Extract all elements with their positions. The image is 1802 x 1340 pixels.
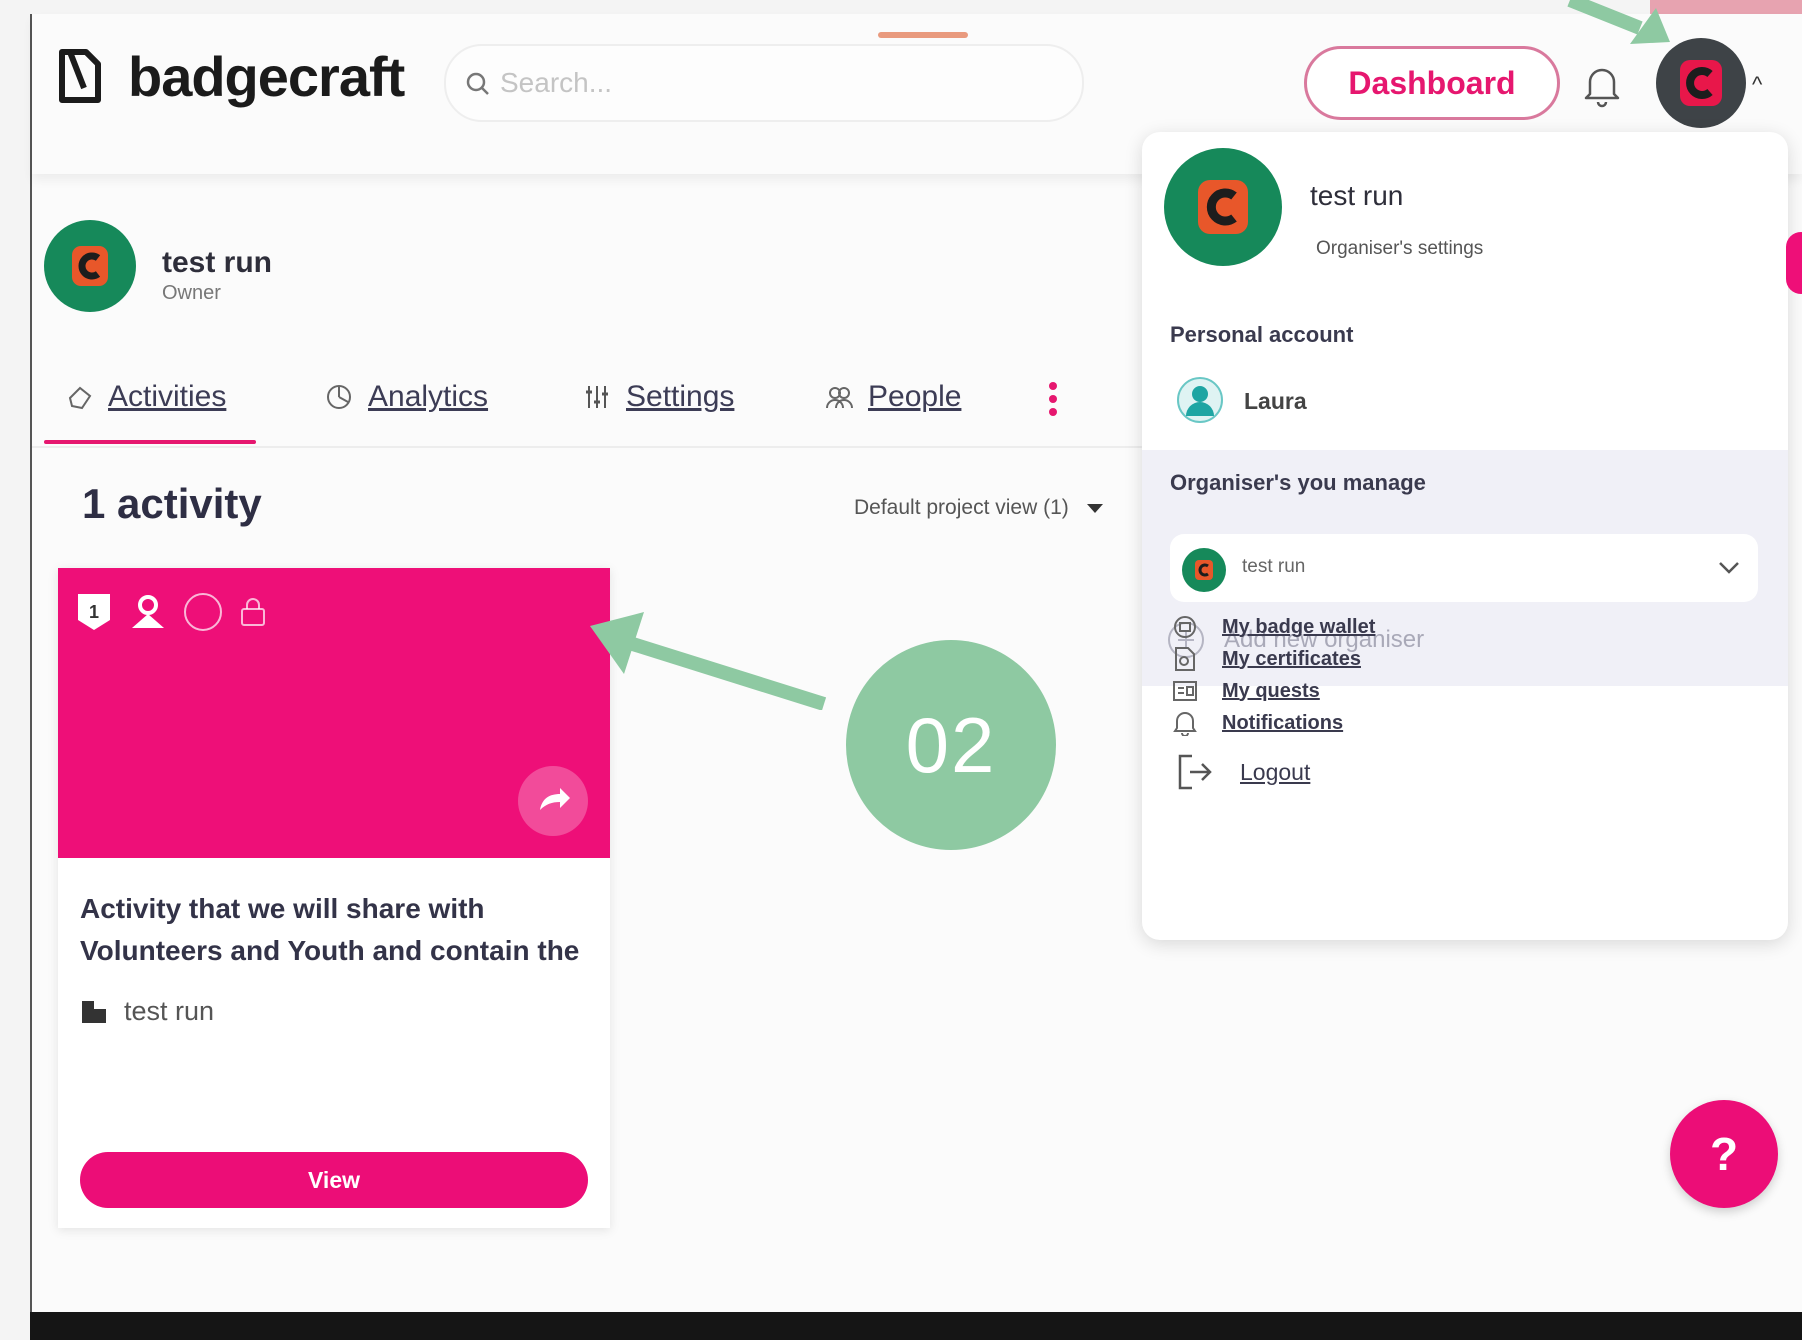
certificates-link[interactable]: My certificates: [1172, 646, 1361, 672]
link-label: My certificates: [1222, 647, 1361, 670]
search-icon: [466, 72, 489, 95]
organiser-avatar: [44, 220, 136, 312]
tab-activities[interactable]: Activities: [64, 380, 226, 414]
share-button[interactable]: [518, 766, 588, 836]
more-options-icon[interactable]: [1046, 380, 1060, 418]
active-tab-indicator: [44, 440, 256, 444]
bottom-bar: [30, 1312, 1802, 1340]
wallet-icon: [1174, 616, 1196, 638]
personal-account-name[interactable]: Laura: [1244, 388, 1307, 415]
user-avatar-button[interactable]: [1656, 38, 1746, 128]
activities-icon: [68, 386, 92, 410]
activity-card[interactable]: 1 Activity that we will share with Volun…: [58, 568, 610, 1228]
organiser-role: Owner: [162, 282, 221, 304]
lock-icon: [241, 598, 265, 626]
logout-button[interactable]: Logout: [1176, 752, 1310, 792]
link-label: My badge wallet: [1222, 615, 1376, 638]
notifications-bell-icon[interactable]: [1582, 62, 1622, 108]
side-indicator: [1786, 232, 1802, 294]
tab-label: Activities: [108, 380, 227, 413]
logout-label: Logout: [1240, 758, 1311, 785]
notifications-link[interactable]: Notifications: [1172, 710, 1343, 736]
tab-label: People: [868, 380, 962, 413]
selected-organiser: test run: [1242, 556, 1306, 577]
tab-settings[interactable]: Settings: [582, 380, 734, 414]
badge-number-icon: 1: [78, 594, 110, 630]
analytics-icon: [327, 385, 351, 409]
people-icon: [826, 387, 853, 409]
tab-analytics[interactable]: Analytics: [324, 380, 488, 414]
activity-card-icons: 1: [74, 590, 268, 634]
share-arrow-icon: [540, 788, 570, 810]
activity-title: Activity that we will share with Volunte…: [80, 893, 580, 966]
personal-account-heading: Personal account: [1170, 322, 1354, 347]
organiser-settings-link[interactable]: Organiser's settings: [1316, 238, 1483, 260]
badgecraft-logo-icon[interactable]: [58, 48, 104, 104]
chevron-down-icon: [1719, 562, 1739, 574]
logo-text[interactable]: badgecraft: [128, 44, 405, 109]
project-view-select[interactable]: Default project view (1): [854, 496, 1103, 520]
organiser-logo-icon: [1198, 180, 1248, 234]
user-avatar-icon[interactable]: [1176, 376, 1224, 424]
quests-icon: [1173, 681, 1197, 701]
dropdown-organiser-avatar: [1164, 148, 1282, 266]
managed-organisers-heading: Organiser's you manage: [1170, 470, 1426, 495]
chevron-up-icon[interactable]: ^: [1752, 72, 1762, 98]
tabs-divider: [32, 446, 1142, 448]
search-bar[interactable]: [444, 44, 1084, 122]
organiser-select[interactable]: test run: [1170, 534, 1758, 602]
link-label: My quests: [1222, 679, 1320, 702]
location-person-icon: [132, 595, 164, 628]
building-icon: [82, 1000, 106, 1023]
activity-organiser: test run: [80, 996, 214, 1027]
tab-label: Analytics: [368, 380, 489, 413]
badge-wallet-link[interactable]: My badge wallet: [1172, 614, 1375, 640]
tab-people[interactable]: People: [824, 380, 961, 414]
account-dropdown-menu: test run Organiser's settings Personal a…: [1142, 132, 1788, 940]
settings-sliders-icon: [586, 386, 608, 408]
quests-link[interactable]: My quests: [1172, 678, 1320, 704]
activity-card-image: 1: [58, 568, 610, 858]
callout-step-badge: 02: [846, 640, 1056, 850]
certificate-icon: [1175, 647, 1195, 671]
organiser-logo-icon: [1195, 560, 1213, 580]
activity-count: 1 activity: [82, 480, 262, 527]
organiser-logo-icon: [1680, 60, 1722, 106]
bell-icon: [1173, 712, 1197, 736]
project-view-label: Default project view (1): [854, 496, 1069, 519]
tab-label: Settings: [626, 380, 735, 413]
caret-down-icon: [1086, 503, 1103, 513]
organiser-logo-icon: [72, 246, 108, 286]
dropdown-organiser-name: test run: [1310, 180, 1404, 211]
annotation-arrow-icon: [590, 612, 827, 710]
loading-indicator: [878, 32, 968, 38]
organiser-name: test run: [162, 246, 273, 279]
logout-icon: [1178, 754, 1212, 790]
annotation-arrow-icon: [1567, 0, 1670, 44]
help-button[interactable]: ?: [1670, 1100, 1778, 1208]
view-button[interactable]: View: [80, 1152, 588, 1208]
search-input[interactable]: [498, 62, 1062, 104]
dashboard-button[interactable]: Dashboard: [1304, 46, 1560, 120]
organiser-avatar: [1182, 548, 1226, 592]
link-label: Notifications: [1222, 711, 1344, 734]
activity-organiser-name: test run: [124, 996, 215, 1026]
circle-status-icon: [184, 593, 222, 631]
badge-number: 1: [89, 602, 99, 622]
